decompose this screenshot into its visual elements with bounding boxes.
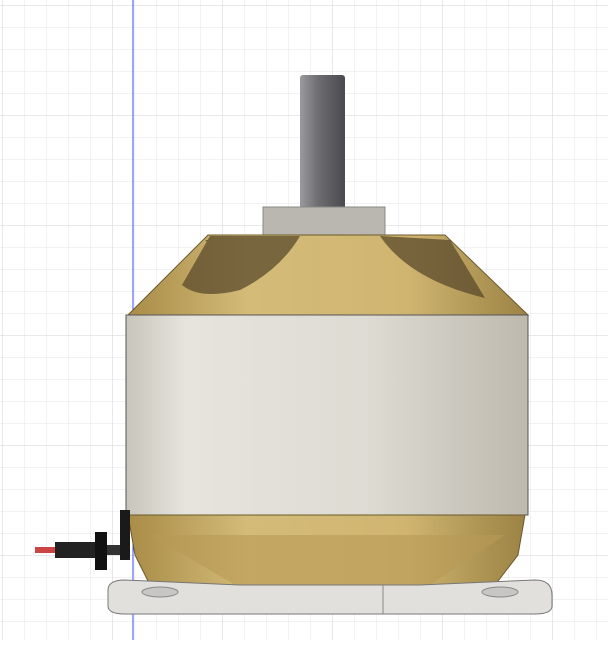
rotor-can xyxy=(125,314,529,516)
mount-hole-left xyxy=(141,586,179,598)
mount-hole-right xyxy=(481,586,519,598)
viewport-canvas[interactable] xyxy=(0,0,608,640)
motor-shaft xyxy=(300,75,345,215)
mount-plate xyxy=(107,579,553,615)
shaft-collar xyxy=(262,206,386,238)
cad-viewport[interactable] xyxy=(0,0,608,640)
